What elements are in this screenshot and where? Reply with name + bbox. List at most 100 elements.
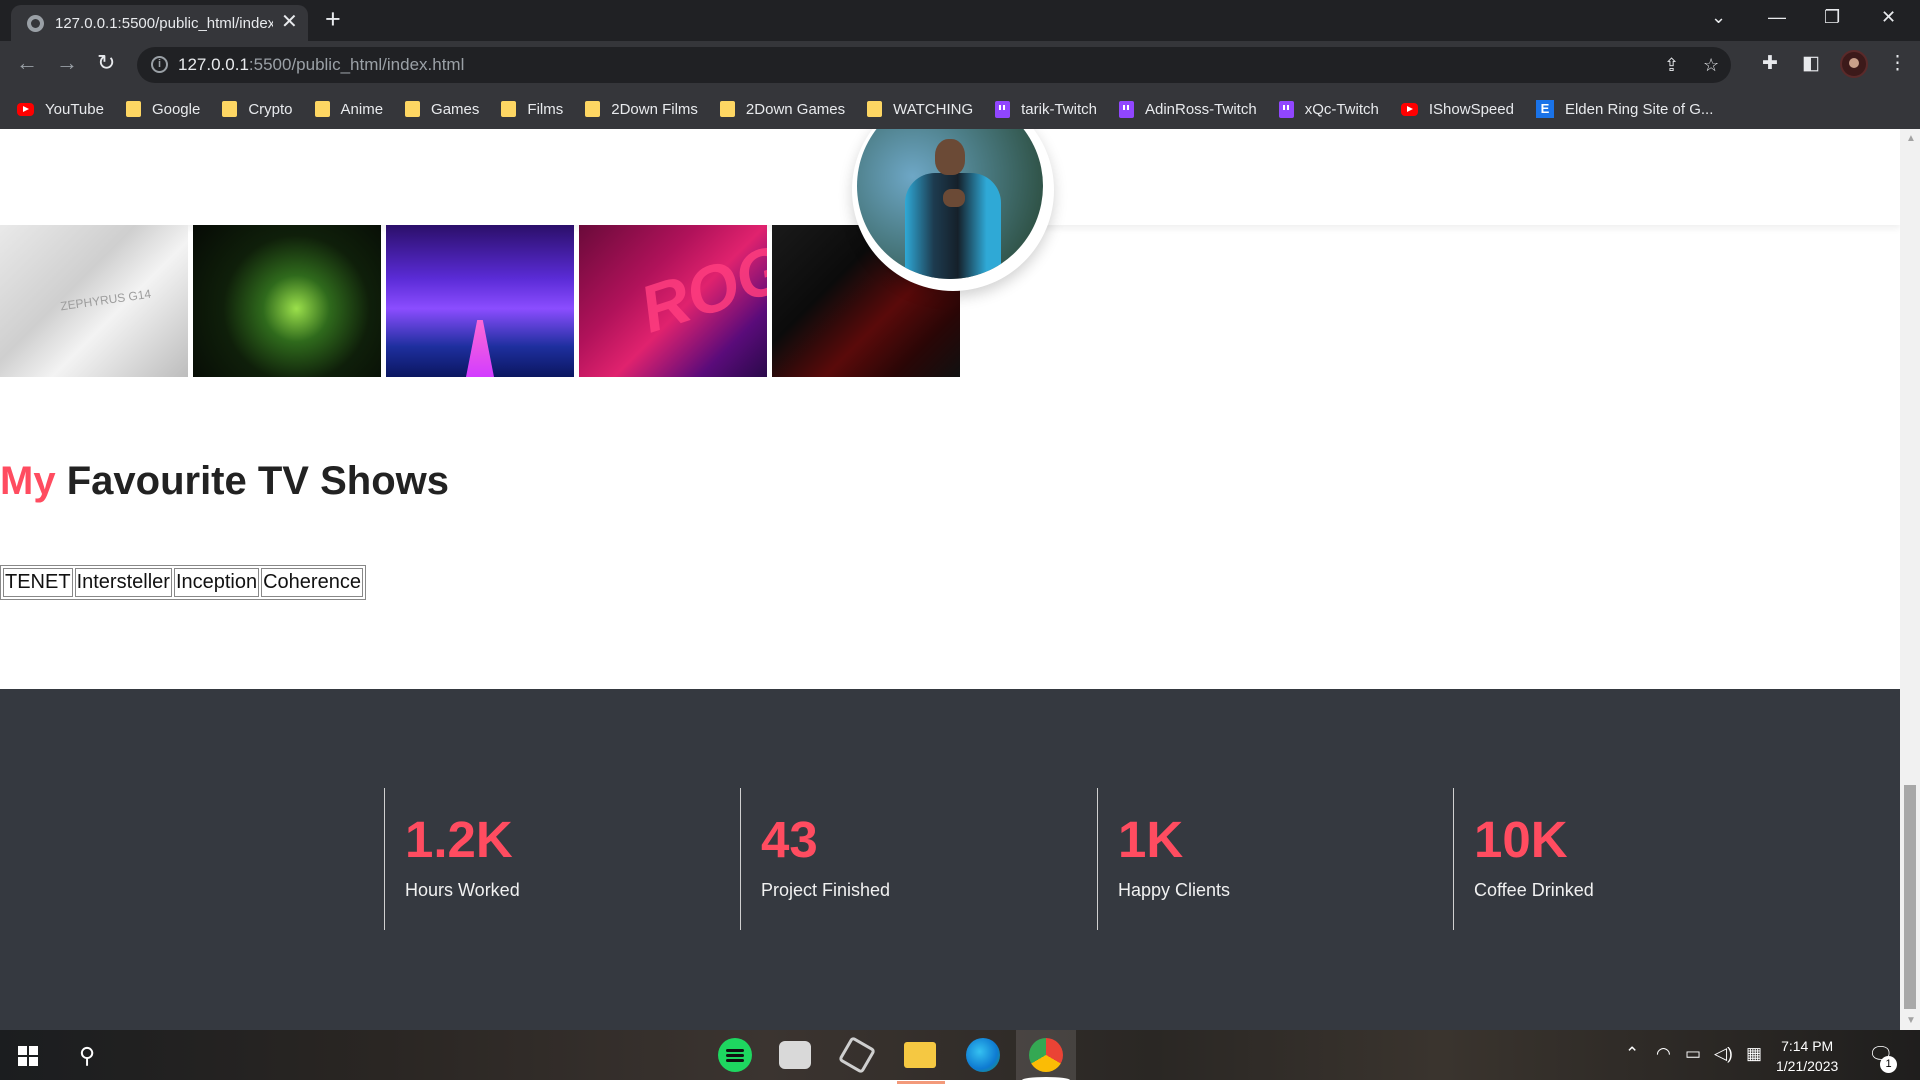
gallery-image-rog-city[interactable] xyxy=(386,225,574,377)
menu-icon[interactable]: ⋮ xyxy=(1888,53,1907,75)
bookmark-label: 2Down Games xyxy=(745,100,846,118)
spotify-icon[interactable] xyxy=(718,1038,752,1072)
extensions-icon[interactable]: ✚ xyxy=(1762,53,1778,75)
bookmark-item[interactable]: Google xyxy=(125,100,201,118)
browser-tab[interactable]: 127.0.0.1:5500/public_html/index.html ✕ xyxy=(11,5,308,41)
tv-shows-table: TENET Intersteller Inception Coherence xyxy=(0,565,366,600)
profile-photo-image xyxy=(857,129,1043,279)
gallery-image-caption: ROG xyxy=(631,229,767,347)
page-viewport: ZEPHYRUS G14 ROG My Favourite TV Shows T… xyxy=(0,129,1900,1030)
bookmark-item[interactable]: 2Down Games xyxy=(719,100,846,118)
bookmark-label: Google xyxy=(151,100,201,118)
table-row: TENET Intersteller Inception Coherence xyxy=(3,568,363,597)
scrollbar-thumb[interactable] xyxy=(1904,785,1916,1009)
share-icon[interactable]: ⇪ xyxy=(1664,55,1679,76)
scroll-up-icon[interactable]: ▲ xyxy=(1906,133,1916,144)
stat-value: 43 xyxy=(761,811,818,868)
url-text[interactable]: 127.0.0.1:5500/public_html/index.html xyxy=(178,55,464,75)
page-scrollbar[interactable]: ▲ ▼ xyxy=(1900,129,1920,1030)
stat-label: Happy Clients xyxy=(1118,880,1231,900)
search-icon[interactable]: ⚲ xyxy=(79,1043,95,1069)
snipping-tool-icon[interactable] xyxy=(779,1041,811,1069)
system-clock[interactable]: 7:14 PM 1/21/2023 xyxy=(1776,1036,1838,1076)
title-bar: 127.0.0.1:5500/public_html/index.html ✕ … xyxy=(0,0,1920,41)
stats-section: 1.2K Hours Worked 43 Project Finished 1K Happ… xyxy=(0,689,1900,1030)
tv-show-cell: Intersteller xyxy=(74,568,172,597)
browser-toolbar: ← → ↻ i 127.0.0.1:5500/public_html/index… xyxy=(0,41,1920,89)
reload-icon[interactable]: ↻ xyxy=(97,52,115,74)
bookmark-label: YouTube xyxy=(45,100,104,118)
back-icon[interactable]: ← xyxy=(16,52,38,74)
bookmark-item[interactable]: 2Down Films xyxy=(585,101,698,118)
folder-icon xyxy=(405,101,421,117)
bookmark-item[interactable]: xQc-Twitch xyxy=(1278,100,1379,118)
youtube-icon xyxy=(17,102,34,116)
forward-icon[interactable]: → xyxy=(56,52,78,74)
wifi-icon[interactable]: ◠ xyxy=(1656,1044,1671,1064)
heading-accent: My xyxy=(0,459,56,503)
bookmark-label: Elden Ring Site of G... xyxy=(1564,100,1714,118)
keyboard-icon[interactable]: ▦ xyxy=(1746,1044,1762,1064)
close-window-button[interactable]: ✕ xyxy=(1881,7,1896,28)
windows-taskbar: ⚲ ⌃ ◠ ▭ ◁) ▦ 7:14 PM 1/21/2023 🗨 1 xyxy=(0,1030,1920,1084)
bookmark-item[interactable]: YouTube xyxy=(17,101,104,118)
twitch-icon xyxy=(1278,100,1294,118)
tv-show-cell: TENET xyxy=(3,568,73,597)
stat-item: 1K Happy Clients xyxy=(1097,788,1453,930)
bookmark-item[interactable]: Anime xyxy=(314,101,383,118)
clock-time: 7:14 PM xyxy=(1781,1038,1834,1054)
globe-icon xyxy=(27,15,44,32)
stat-value: 1.2K xyxy=(405,811,513,868)
gallery-image-rog-green[interactable] xyxy=(193,225,381,377)
bookmark-item[interactable]: IShowSpeed xyxy=(1400,101,1514,118)
bookmark-label: 2Down Films xyxy=(611,100,698,118)
url-path: :5500/public_html/index.html xyxy=(248,55,465,74)
bookmark-item[interactable]: Crypto xyxy=(222,100,293,118)
bookmark-label: Crypto xyxy=(248,100,293,118)
twitch-icon xyxy=(1118,100,1134,118)
restore-button[interactable]: ❐ xyxy=(1824,7,1840,28)
tray-chevron-icon[interactable]: ⌃ xyxy=(1625,1044,1639,1064)
bookmark-star-icon[interactable]: ☆ xyxy=(1703,55,1719,76)
side-panel-icon[interactable]: ◧ xyxy=(1802,53,1820,75)
stat-item: 1.2K Hours Worked xyxy=(384,788,740,930)
bookmark-item[interactable]: WATCHING xyxy=(867,101,973,118)
battery-icon[interactable]: ▭ xyxy=(1685,1044,1701,1064)
folder-icon xyxy=(585,101,601,117)
minimize-button[interactable]: — xyxy=(1768,7,1786,28)
stat-label: Hours Worked xyxy=(405,880,520,900)
bookmarks-bar: YouTube Google Crypto Anime Games Films 2Down … xyxy=(0,89,1920,129)
address-bar[interactable]: i 127.0.0.1:5500/public_html/index.html … xyxy=(137,47,1731,83)
bookmark-item[interactable]: Games xyxy=(405,101,479,118)
gallery-image-zephyrus[interactable]: ZEPHYRUS G14 xyxy=(0,225,188,377)
tab-close-icon[interactable]: ✕ xyxy=(281,12,298,32)
new-tab-button[interactable]: + xyxy=(325,6,341,33)
tv-shows-heading: My Favourite TV Shows xyxy=(0,459,449,504)
gallery-image-rog-pink[interactable]: ROG xyxy=(579,225,767,377)
windows-start-icon[interactable] xyxy=(18,1046,38,1066)
tab-search-icon[interactable]: ⌄ xyxy=(1711,7,1726,28)
edge-icon[interactable] xyxy=(966,1038,1000,1072)
bookmark-item[interactable]: AdinRoss-Twitch xyxy=(1118,100,1257,118)
folder-icon xyxy=(719,101,735,117)
profile-avatar[interactable] xyxy=(1840,50,1868,78)
folder-icon xyxy=(867,101,883,117)
bookmark-label: Games xyxy=(431,100,480,118)
unity-icon[interactable] xyxy=(837,1035,877,1075)
site-info-icon[interactable]: i xyxy=(151,56,168,73)
stat-item: 10K Coffee Drinked xyxy=(1453,788,1809,930)
chrome-icon[interactable] xyxy=(1022,1038,1070,1083)
folder-icon xyxy=(125,101,141,117)
bookmark-item[interactable]: tarik-Twitch xyxy=(995,100,1097,118)
bookmark-item[interactable]: E Elden Ring Site of G... xyxy=(1535,100,1714,118)
bookmark-item[interactable]: Films xyxy=(501,101,563,118)
stat-value: 1K xyxy=(1118,811,1184,868)
volume-icon[interactable]: ◁) xyxy=(1714,1044,1733,1064)
url-host: 127.0.0.1 xyxy=(178,55,249,74)
bookmark-label: tarik-Twitch xyxy=(1021,100,1097,118)
bookmark-label: Films xyxy=(527,100,564,118)
gallery-image-caption: ZEPHYRUS G14 xyxy=(59,286,152,314)
scroll-down-icon[interactable]: ▼ xyxy=(1906,1015,1916,1026)
folder-icon xyxy=(501,101,517,117)
file-explorer-icon[interactable] xyxy=(897,1042,945,1084)
